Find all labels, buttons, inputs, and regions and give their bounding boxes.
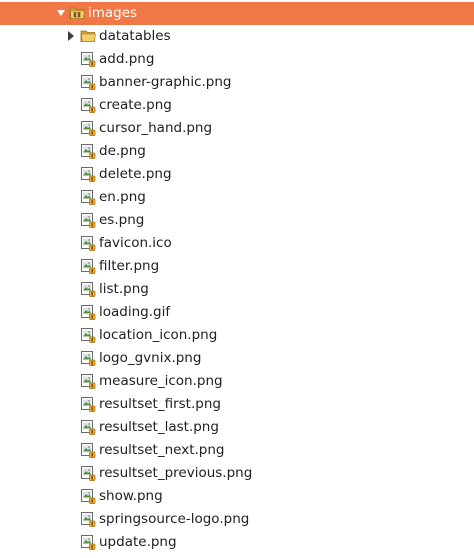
package-folder-icon [69,5,85,21]
file-label: logo_gvnix.png [99,350,202,366]
image-file-icon [80,373,96,389]
tree-item-file[interactable]: favicon.ico [0,232,474,255]
tree-item-file[interactable]: add.png [0,48,474,71]
tree-item-file[interactable]: list.png [0,278,474,301]
tree-item-file[interactable]: springsource-logo.png [0,508,474,531]
collapsed-arrow-icon[interactable] [66,30,76,42]
tree-item-file[interactable]: delete.png [0,163,474,186]
image-file-icon [80,51,96,67]
project-explorer-tree: images datatables add.png banner-graphic.pn… [0,0,474,558]
tree-item-images-folder[interactable]: images [0,2,474,25]
tree-item-file[interactable]: location_icon.png [0,324,474,347]
file-label: resultset_next.png [99,442,225,458]
image-file-icon [80,465,96,481]
file-label: measure_icon.png [99,373,223,389]
tree-item-file[interactable]: de.png [0,140,474,163]
file-label: resultset_last.png [99,419,219,435]
tree-item-file[interactable]: en.png [0,186,474,209]
image-file-icon [80,396,96,412]
file-label: favicon.ico [99,235,172,251]
image-file-icon [80,534,96,550]
file-label: update.png [99,534,177,550]
file-label: delete.png [99,166,172,182]
tree-item-file[interactable]: measure_icon.png [0,370,474,393]
tree-item-file[interactable]: resultset_first.png [0,393,474,416]
image-file-icon [80,235,96,251]
file-label: create.png [99,97,172,113]
subfolder-label: datatables [99,28,171,44]
image-file-icon [80,166,96,182]
image-file-icon [80,419,96,435]
file-label: list.png [99,281,149,297]
tree-item-file[interactable]: update.png [0,531,474,554]
folder-icon [80,28,96,44]
image-file-icon [80,304,96,320]
tree-item-file[interactable]: loading.gif [0,301,474,324]
file-label: show.png [99,488,163,504]
image-file-icon [80,189,96,205]
tree-item-file[interactable]: resultset_next.png [0,439,474,462]
file-label: resultset_previous.png [99,465,253,481]
file-label: de.png [99,143,146,159]
tree-item-file[interactable]: resultset_previous.png [0,462,474,485]
folder-label: images [88,5,138,21]
tree-item-subfolder[interactable]: datatables [0,25,474,48]
file-label: es.png [99,212,145,228]
image-file-icon [80,97,96,113]
file-label: resultset_first.png [99,396,221,412]
file-label: en.png [99,189,146,205]
file-label: filter.png [99,258,160,274]
file-label: location_icon.png [99,327,218,343]
image-file-icon [80,74,96,90]
file-label: springsource-logo.png [99,511,250,527]
image-file-icon [80,281,96,297]
tree-item-file[interactable]: logo_gvnix.png [0,347,474,370]
tree-item-file[interactable]: resultset_last.png [0,416,474,439]
image-file-icon [80,143,96,159]
image-file-icon [80,120,96,136]
image-file-icon [80,212,96,228]
file-label: banner-graphic.png [99,74,232,90]
tree-item-file[interactable]: banner-graphic.png [0,71,474,94]
expanded-arrow-icon[interactable] [56,7,66,19]
image-file-icon [80,258,96,274]
image-file-icon [80,327,96,343]
tree-item-file[interactable]: es.png [0,209,474,232]
image-file-icon [80,488,96,504]
file-label: add.png [99,51,155,67]
tree-item-file[interactable]: cursor_hand.png [0,117,474,140]
tree-item-file[interactable]: create.png [0,94,474,117]
image-file-icon [80,511,96,527]
image-file-icon [80,442,96,458]
file-label: loading.gif [99,304,171,320]
tree-item-file[interactable]: filter.png [0,255,474,278]
file-label: cursor_hand.png [99,120,213,136]
image-file-icon [80,350,96,366]
tree-item-file[interactable]: show.png [0,485,474,508]
